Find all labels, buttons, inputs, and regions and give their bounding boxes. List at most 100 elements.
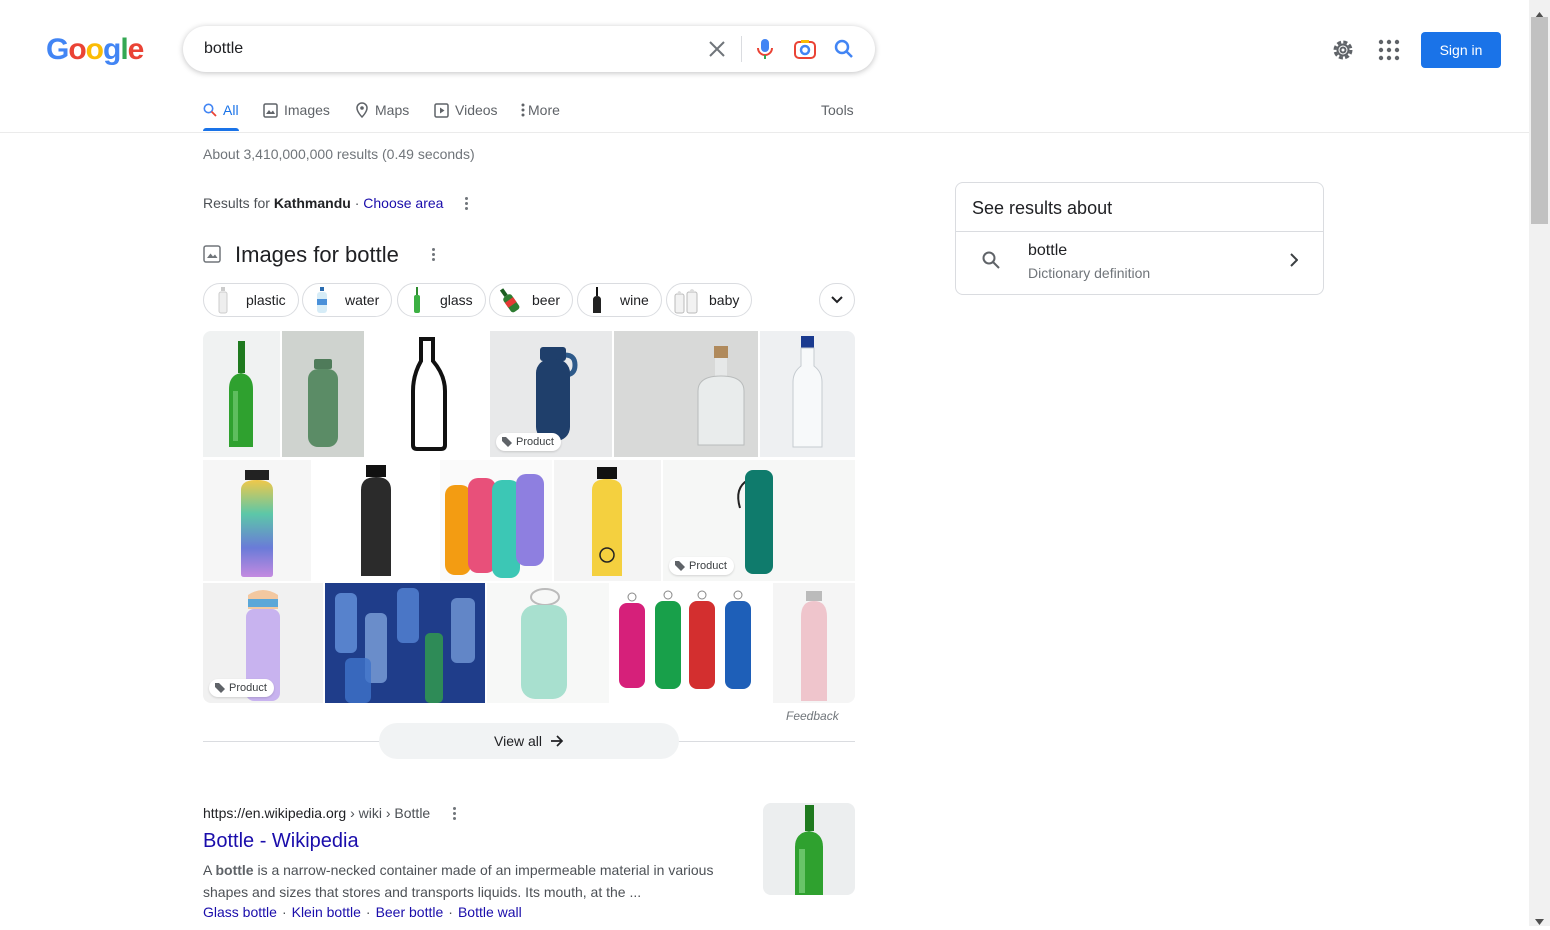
image-result[interactable]	[203, 460, 311, 581]
chip-label: plastic	[246, 292, 286, 308]
logo-letter: e	[127, 33, 145, 66]
camera-lens-icon[interactable]	[793, 37, 817, 61]
location-place: Kathmandu	[273, 195, 351, 211]
image-result[interactable]	[773, 583, 855, 703]
logo-letter: l	[120, 33, 128, 66]
result-stats: About 3,410,000,000 results (0.49 second…	[203, 146, 475, 162]
result-menu-icon[interactable]	[453, 807, 457, 822]
chip-water[interactable]: water	[302, 283, 393, 317]
tab-label: Maps	[375, 102, 410, 118]
chevron-right-icon[interactable]	[1290, 253, 1299, 272]
image-grid: Product Product Product	[203, 331, 855, 703]
feedback-link[interactable]: Feedback	[786, 709, 839, 723]
search-box[interactable]: bottle	[183, 26, 875, 72]
chip-beer[interactable]: beer	[489, 283, 574, 317]
image-result[interactable]	[203, 331, 280, 457]
search-icon	[982, 251, 1000, 274]
panel-title: See results about	[972, 198, 1113, 218]
chip-wine[interactable]: wine	[577, 283, 662, 317]
sitelink[interactable]: Beer bottle	[376, 904, 444, 920]
arrow-right-icon	[551, 735, 564, 747]
image-result[interactable]: Product	[203, 583, 323, 703]
google-logo[interactable]: Google	[46, 33, 145, 67]
chip-label: beer	[532, 292, 561, 308]
map-pin-icon	[356, 102, 368, 118]
location-line: Results for Kathmandu · Choose area	[203, 195, 443, 211]
microphone-icon[interactable]	[753, 37, 777, 61]
chip-baby[interactable]: baby	[666, 283, 753, 317]
product-tag-label: Product	[516, 436, 554, 448]
image-result[interactable]	[611, 583, 771, 703]
image-result[interactable]	[760, 331, 855, 457]
image-result[interactable]	[313, 460, 438, 581]
image-result[interactable]	[614, 331, 758, 457]
chips-expand-button[interactable]	[819, 283, 855, 317]
image-icon	[263, 102, 278, 118]
glass-bottle-thumb	[404, 285, 430, 315]
baby-bottle-thumb	[673, 285, 699, 315]
image-result[interactable]: Product	[663, 460, 855, 581]
location-menu-icon[interactable]	[465, 197, 469, 212]
choose-area-link[interactable]: Choose area	[363, 195, 443, 211]
tab-more[interactable]: More	[521, 102, 560, 118]
panel-term-link[interactable]: bottle	[1028, 242, 1067, 260]
images-menu-icon[interactable]	[432, 248, 436, 263]
tab-videos[interactable]: Videos	[434, 102, 498, 118]
beer-bottle-thumb	[496, 285, 522, 315]
image-result[interactable]: Product	[490, 331, 612, 457]
tab-label: All	[223, 102, 239, 118]
water-bottle-thumb	[309, 285, 335, 315]
tab-all[interactable]: All	[203, 102, 239, 118]
images-section-title[interactable]: Images for bottle	[235, 242, 399, 268]
image-result[interactable]	[325, 583, 485, 703]
location-separator: ·	[350, 195, 364, 211]
tab-maps[interactable]: Maps	[355, 102, 409, 118]
scroll-down-arrow-icon[interactable]	[1535, 912, 1544, 930]
result-thumbnail[interactable]	[763, 803, 855, 895]
image-result[interactable]	[554, 460, 661, 581]
search-divider	[741, 36, 742, 62]
product-tag: Product	[209, 679, 274, 697]
sitelink[interactable]: Bottle wall	[458, 904, 522, 920]
image-section-icon	[203, 245, 221, 268]
product-tag: Product	[669, 557, 734, 575]
tools-button[interactable]: Tools	[821, 102, 854, 118]
search-icon[interactable]	[832, 37, 856, 61]
clear-icon[interactable]	[705, 37, 729, 61]
view-all-label: View all	[494, 733, 542, 749]
result-path: › wiki › Bottle	[346, 805, 431, 821]
result-url[interactable]: https://en.wikipedia.org › wiki › Bottle	[203, 805, 430, 821]
settings-gear-icon[interactable]	[1330, 37, 1356, 63]
plastic-bottle-thumb	[210, 285, 236, 315]
tab-label: Images	[284, 102, 330, 118]
search-input[interactable]: bottle	[204, 40, 243, 58]
chip-label: wine	[620, 292, 649, 308]
chip-label: water	[345, 292, 380, 308]
chip-label: baby	[709, 292, 740, 308]
chevron-down-icon	[831, 296, 843, 304]
header-divider	[0, 132, 1529, 133]
result-title-link[interactable]: Bottle - Wikipedia	[203, 830, 359, 853]
view-all-button[interactable]: View all	[379, 723, 679, 759]
sitelink[interactable]: Glass bottle	[203, 904, 277, 920]
image-result[interactable]	[487, 583, 609, 703]
sign-in-button[interactable]: Sign in	[1421, 32, 1501, 68]
image-result[interactable]	[440, 460, 552, 581]
panel-subtitle: Dictionary definition	[1028, 265, 1151, 281]
video-icon	[434, 102, 449, 118]
scrollbar-thumb[interactable]	[1531, 17, 1548, 224]
apps-grid-icon[interactable]	[1377, 38, 1401, 62]
product-tag-label: Product	[689, 560, 727, 572]
result-snippet: A bottle is a narrow-necked container ma…	[203, 859, 743, 903]
chip-glass[interactable]: glass	[397, 283, 486, 317]
chip-label: glass	[440, 292, 473, 308]
tab-images[interactable]: Images	[263, 102, 330, 118]
product-tag: Product	[496, 433, 561, 451]
logo-letter: o	[85, 33, 104, 66]
sitelink[interactable]: Klein bottle	[292, 904, 361, 920]
tab-label: More	[528, 102, 560, 118]
image-result[interactable]	[282, 331, 364, 457]
chip-plastic[interactable]: plastic	[203, 283, 299, 317]
image-result[interactable]	[366, 331, 488, 457]
search-icon	[203, 103, 217, 117]
